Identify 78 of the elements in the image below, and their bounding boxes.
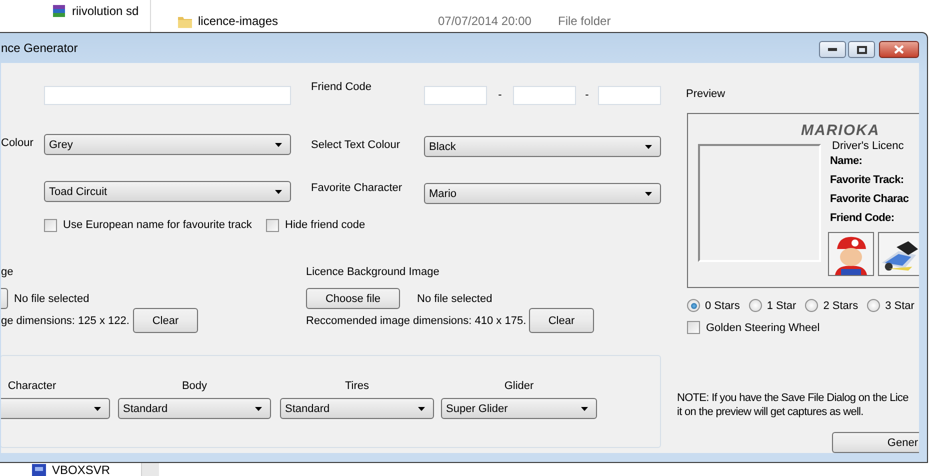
section-label: ge — [1, 266, 14, 278]
radio-label: 1 Star — [766, 300, 796, 312]
logo-text: MARIOKA — [801, 122, 880, 140]
radio-label: 2 Stars — [823, 300, 858, 312]
minimize-icon — [828, 48, 837, 51]
folder-icon — [178, 14, 192, 28]
caret-icon — [275, 190, 282, 194]
caret-icon — [275, 142, 282, 146]
network-drive-icon — [32, 464, 46, 476]
note-text: it on the preview will get captures as well. — [677, 405, 864, 420]
checkbox-label: Golden Steering Wheel — [706, 322, 820, 334]
radio-label: 3 Star — [885, 300, 914, 312]
caret-icon — [94, 406, 101, 410]
licence-title: Driver's Licenc — [832, 140, 904, 152]
field-label: Select Text Colour — [311, 138, 402, 150]
dropdown[interactable]: Toad Circuit — [44, 181, 291, 202]
checkbox-label: Hide friend code — [285, 219, 366, 231]
licence-field-label: Favorite Charac — [830, 192, 909, 208]
generate-button[interactable]: Gener — [832, 432, 919, 453]
licence-field-label: Favorite Track: — [830, 173, 904, 188]
archive-icon — [52, 4, 66, 18]
window-title: nce Generator — [1, 41, 78, 55]
radio-button[interactable] — [687, 299, 700, 312]
minimize-button[interactable] — [819, 41, 846, 58]
caret-icon — [645, 192, 652, 196]
dropdown[interactable]: Black — [424, 136, 661, 157]
checkbox[interactable] — [687, 321, 700, 334]
caret-icon — [645, 144, 652, 148]
column-label: Tires — [344, 380, 370, 394]
checkbox[interactable] — [44, 218, 57, 232]
column-label: Character — [8, 380, 56, 394]
friend-code-field[interactable] — [598, 86, 661, 104]
radio-button[interactable] — [748, 299, 762, 312]
name-field[interactable] — [44, 86, 291, 104]
file-status: No file selected — [417, 292, 492, 304]
section-label: Licence Background Image — [306, 266, 440, 278]
field-label: Colour — [1, 136, 34, 148]
file-status: No file selected — [14, 292, 90, 304]
maximize-icon — [856, 46, 866, 54]
field-label: Favorite Character — [311, 182, 404, 194]
column-label: Body — [182, 380, 208, 394]
separator-dash: - — [497, 89, 503, 101]
choose-file-button[interactable]: Choose file — [306, 288, 400, 309]
close-icon — [894, 45, 904, 54]
clear-button[interactable]: Clear — [133, 308, 198, 333]
close-button[interactable] — [879, 41, 919, 58]
friend-code-field[interactable] — [513, 86, 576, 104]
column-label: Glider — [504, 380, 534, 394]
file-name[interactable]: licence-images — [198, 14, 438, 28]
maximize-button[interactable] — [848, 41, 875, 58]
radio-button[interactable] — [867, 299, 880, 312]
dropdown[interactable]: Grey — [44, 134, 291, 155]
dimensions-text: ge dimensions: 125 x 122. — [1, 314, 130, 326]
note-text: NOTE: If you have the Save File Dialog on the Lice — [677, 391, 908, 406]
dropdown[interactable]: Mario — [424, 183, 661, 204]
caret-icon — [418, 406, 425, 410]
dropdown[interactable]: Standard — [118, 398, 271, 419]
radio-label: 0 Stars — [705, 300, 740, 312]
checkbox[interactable] — [266, 218, 279, 232]
checkbox-label: Use European name for favourite track — [63, 219, 252, 231]
licence-field-label: Name: — [830, 154, 862, 170]
field-label: Friend Code — [311, 81, 373, 93]
nav-item[interactable]: riivolution sd — [72, 4, 139, 18]
dropdown[interactable]: Super Glider — [441, 398, 597, 419]
radio-button[interactable] — [805, 299, 818, 312]
friend-code-field[interactable] — [424, 86, 487, 104]
separator-dash: - — [584, 89, 590, 101]
caret-icon — [581, 406, 588, 410]
section-label: Preview — [686, 88, 726, 102]
caret-icon — [255, 406, 262, 410]
dropdown[interactable]: Standard — [280, 398, 434, 419]
dimensions-text: Reccomended image dimensions: 410 x 175. — [306, 314, 528, 326]
file-type: File folder — [558, 14, 611, 28]
clear-button[interactable]: Clear — [529, 308, 594, 333]
licence-field-label: Friend Code: — [830, 211, 894, 226]
nav-item[interactable]: VBOXSVR — [52, 463, 110, 476]
file-date: 07/07/2014 20:00 — [438, 14, 532, 28]
choose-file-button[interactable] — [1, 288, 8, 309]
